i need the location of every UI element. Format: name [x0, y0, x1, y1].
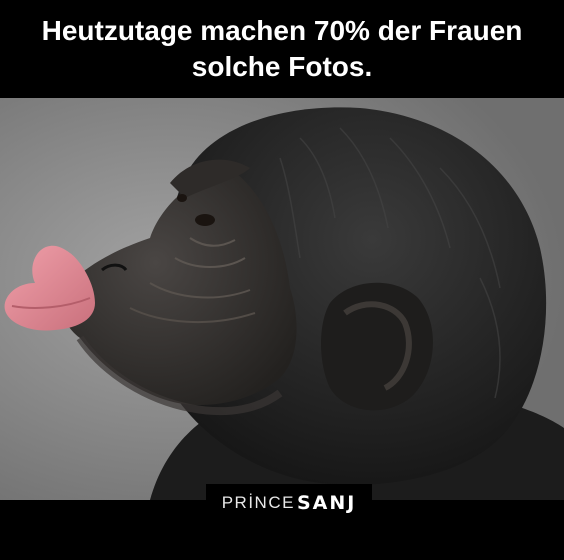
caption-text: Heutzutage machen 70% der Frauen solche … [12, 13, 552, 85]
chimpanzee-photo [0, 98, 564, 500]
chimp-eye [195, 214, 215, 226]
watermark-prefix: PRİNCE [221, 493, 295, 512]
caption-line-2: solche Fotos. [191, 51, 373, 82]
watermark-logo: PRİNCE SANJ [206, 484, 372, 522]
caption-banner: Heutzutage machen 70% der Frauen solche … [0, 0, 564, 98]
watermark-suffix: SANJ [296, 492, 357, 514]
caption-line-1: Heutzutage machen 70% der Frauen [41, 15, 523, 46]
